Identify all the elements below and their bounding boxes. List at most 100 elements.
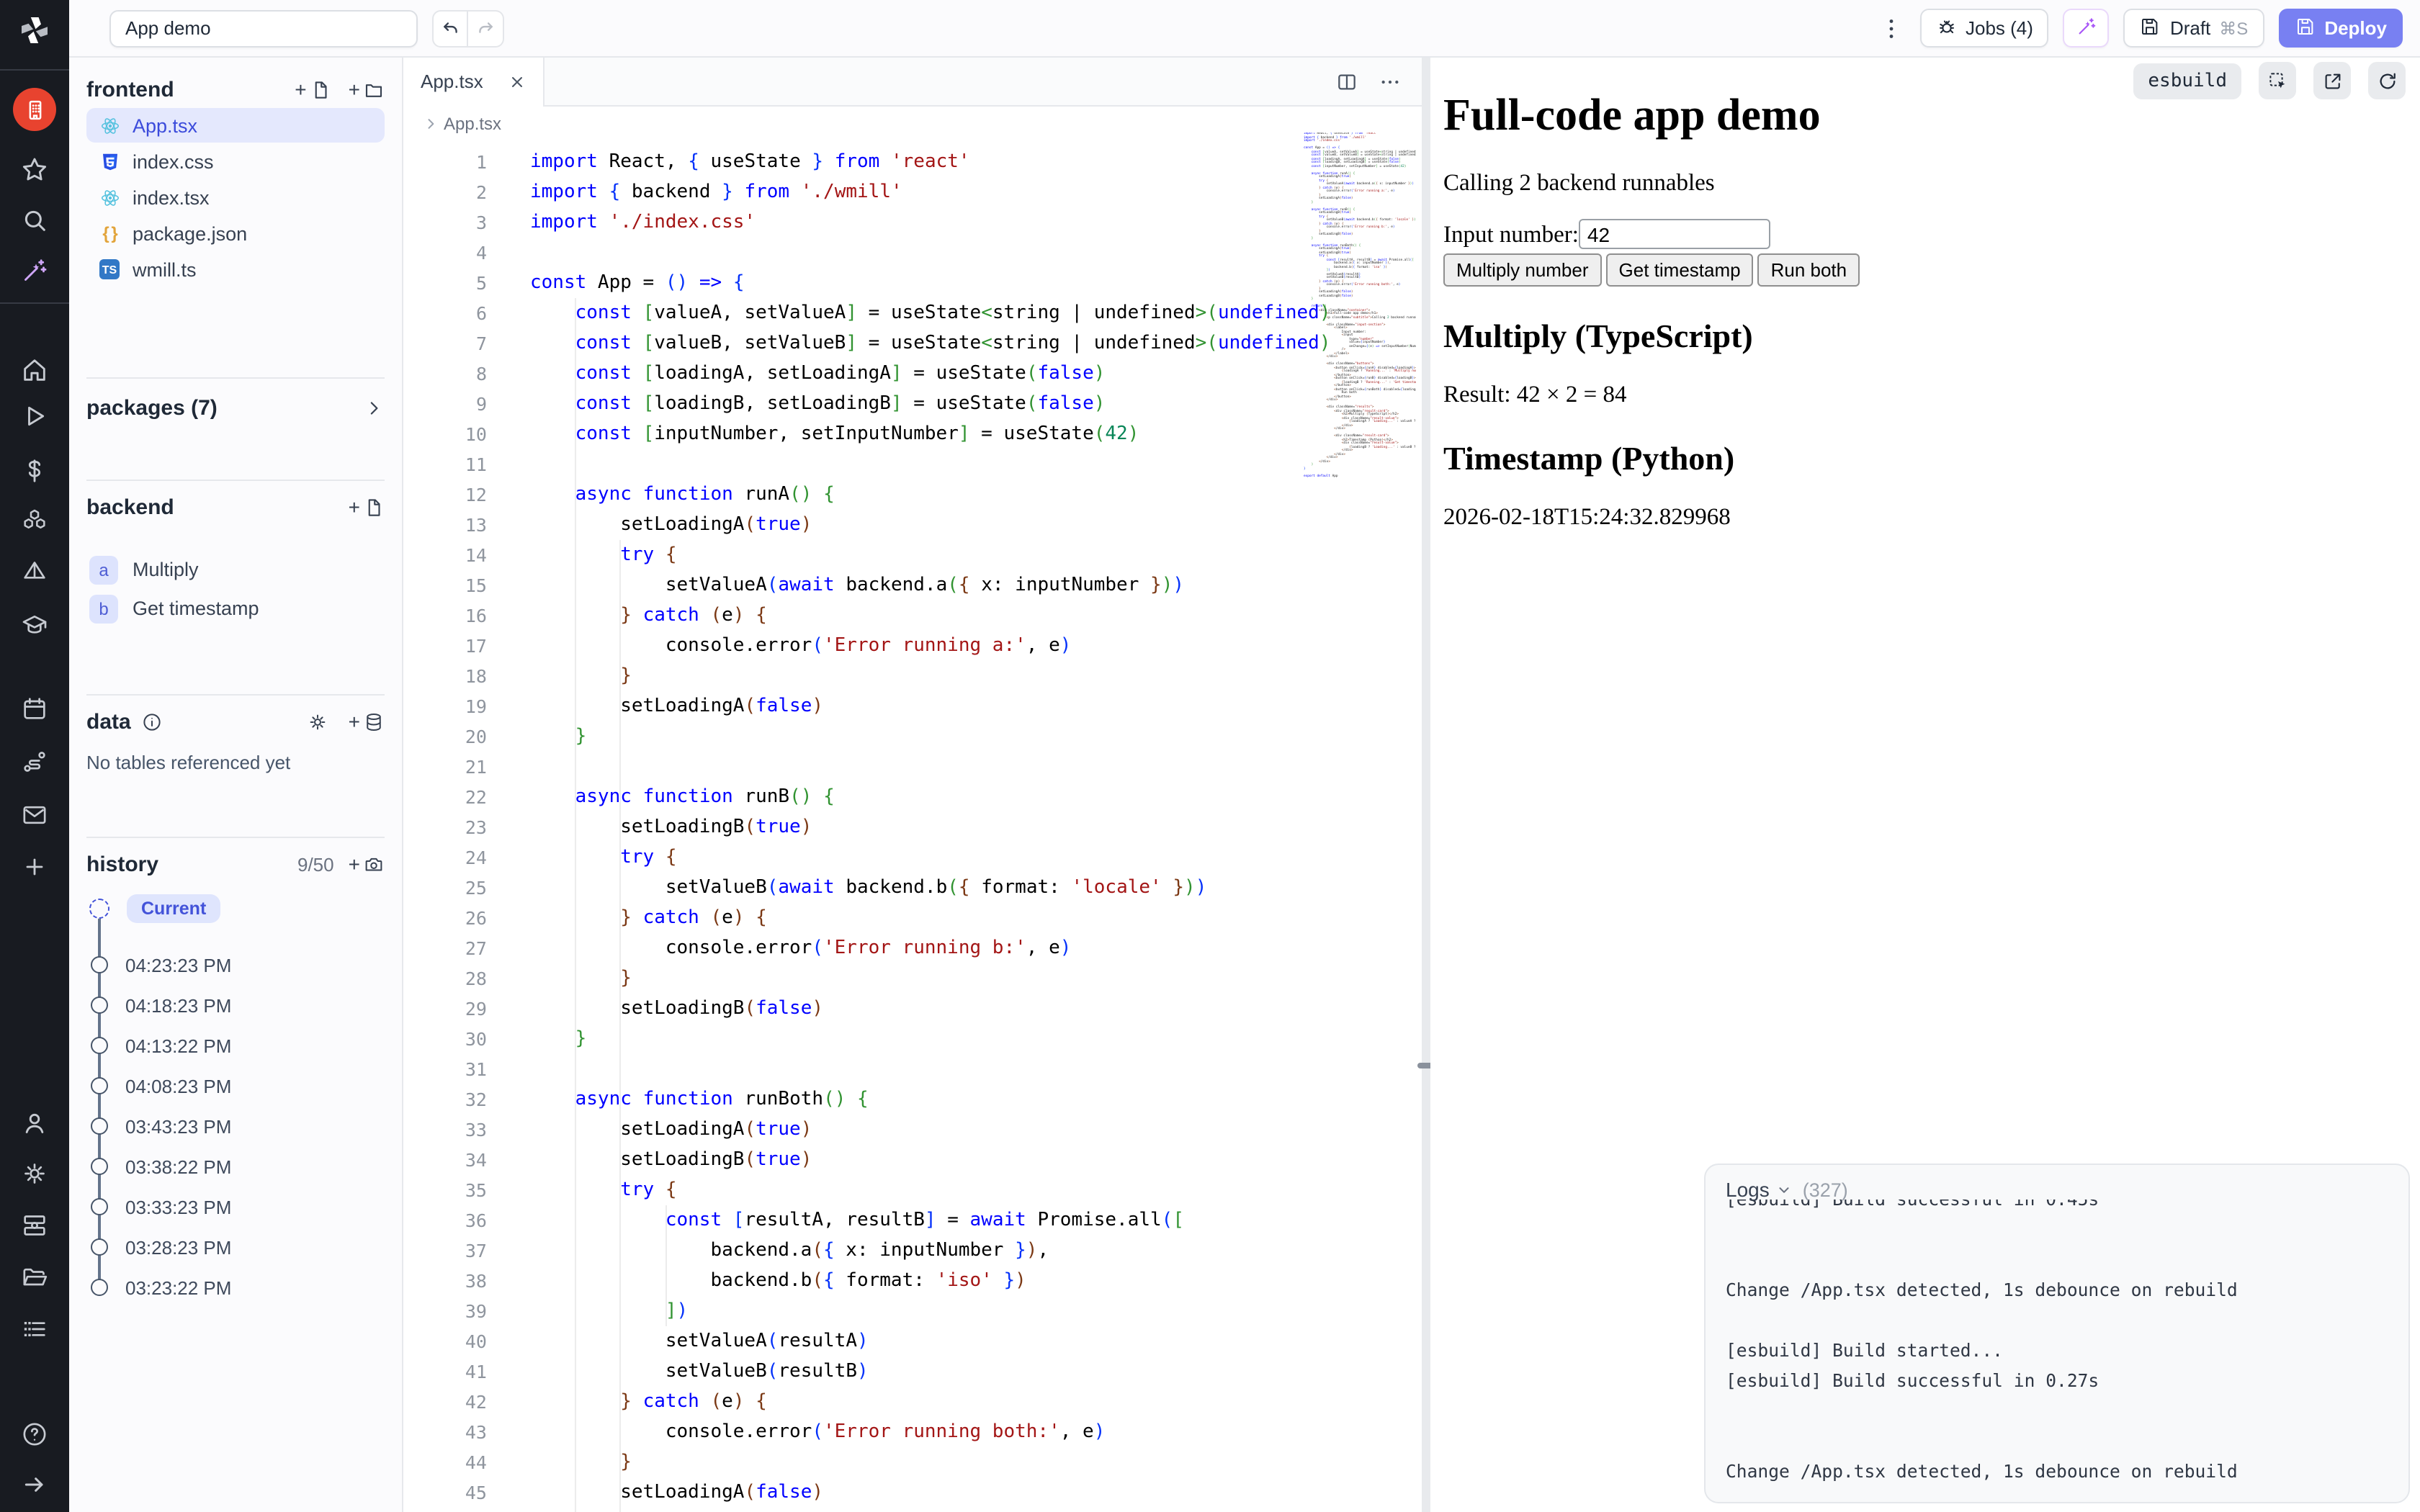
inspect-select-button[interactable] xyxy=(2259,62,2296,99)
rail-divider xyxy=(0,302,69,304)
history-timestamp: 04:23:23 PM xyxy=(125,954,231,976)
workers-icon[interactable] xyxy=(20,1211,49,1240)
minimap-content: import React, { useState } from 'react'i… xyxy=(1304,132,1416,478)
file-name: wmill.ts xyxy=(133,258,197,280)
undo-button[interactable] xyxy=(432,9,468,47)
input-number-field[interactable] xyxy=(1579,219,1770,249)
triggers-pyramid-icon[interactable] xyxy=(20,557,49,586)
data-empty-text: No tables referenced yet xyxy=(86,752,385,773)
ai-assistant-button[interactable] xyxy=(2063,9,2110,48)
history-point-icon xyxy=(91,1279,108,1296)
file-item-index.tsx[interactable]: index.tsx xyxy=(86,180,385,215)
current-version-pill[interactable]: Current xyxy=(127,894,220,923)
history-entry[interactable]: 04:18:23 PM xyxy=(89,985,385,1025)
home-icon[interactable] xyxy=(20,356,49,384)
input-number-label: Input number: xyxy=(1443,220,1579,248)
runnable-item-a[interactable]: aMultiply xyxy=(86,550,385,589)
file-item-App.tsx[interactable]: App.tsx xyxy=(86,108,385,143)
file-item-package.json[interactable]: { }package.json xyxy=(86,216,385,251)
split-editor-icon[interactable] xyxy=(1335,70,1358,93)
open-external-button[interactable] xyxy=(2313,62,2351,99)
mail-icon[interactable] xyxy=(20,801,49,829)
jobs-button[interactable]: Jobs (4) xyxy=(1919,9,2049,48)
history-entry[interactable]: 03:23:22 PM xyxy=(89,1267,385,1308)
history-entry[interactable]: 03:28:23 PM xyxy=(89,1227,385,1267)
history-entry[interactable]: 03:38:22 PM xyxy=(89,1146,385,1187)
redo-button[interactable] xyxy=(468,9,504,47)
file-item-wmill.ts[interactable]: TSwmill.ts xyxy=(86,252,385,287)
deploy-label: Deploy xyxy=(2324,17,2387,39)
history-entry[interactable]: 03:33:23 PM xyxy=(89,1187,385,1227)
preview-document: Full-code app demo Calling 2 backend run… xyxy=(1430,58,2420,531)
search-icon[interactable] xyxy=(20,206,49,235)
settings-gear-icon[interactable] xyxy=(20,1159,49,1188)
history-point-icon xyxy=(91,1117,108,1135)
collapse-arrow-icon[interactable] xyxy=(20,1470,49,1499)
panel-resize-divider[interactable] xyxy=(1422,58,1430,1512)
add-file-button[interactable]: + xyxy=(295,78,331,100)
packages-section-header[interactable]: packages (7) xyxy=(86,387,385,428)
runnable-badge: b xyxy=(89,594,118,623)
runnable-item-b[interactable]: bGet timestamp xyxy=(86,589,385,628)
app-name-input[interactable] xyxy=(109,9,418,47)
more-options-kebab-icon[interactable] xyxy=(1876,9,1905,47)
add-table-button[interactable]: + xyxy=(349,711,385,732)
indent-guide xyxy=(575,298,576,1512)
preview-button-multiply-number[interactable]: Multiply number xyxy=(1443,253,1602,287)
refresh-button[interactable] xyxy=(2368,62,2406,99)
breadcrumb[interactable]: App.tsx xyxy=(403,107,1422,141)
schedules-calendar-icon[interactable] xyxy=(20,694,49,723)
chevron-right-icon[interactable] xyxy=(363,397,385,418)
history-timeline: Current 04:23:23 PM 04:18:23 PM04:13:22 P… xyxy=(86,893,385,1308)
logs-count: (327) xyxy=(1803,1179,1848,1200)
snapshot-button[interactable]: + xyxy=(349,853,385,875)
variables-dollar-icon[interactable] xyxy=(20,456,49,485)
history-current-row[interactable]: Current xyxy=(89,893,385,924)
add-runnable-button[interactable]: + xyxy=(349,496,385,518)
draft-button[interactable]: Draft ⌘S xyxy=(2124,9,2264,48)
user-icon[interactable] xyxy=(20,1109,49,1138)
folders-icon[interactable] xyxy=(20,1263,49,1292)
rail-divider xyxy=(0,69,69,71)
help-icon[interactable] xyxy=(20,1420,49,1449)
history-entry[interactable]: 04:23:23 PM xyxy=(89,945,385,985)
editor-minimap[interactable]: import React, { useState } from 'react'i… xyxy=(1304,132,1416,507)
info-icon[interactable] xyxy=(141,711,163,732)
audit-list-icon[interactable] xyxy=(20,1315,49,1344)
history-point-icon xyxy=(91,1077,108,1094)
logs-body[interactable]: [esbuild] Build successful in 0.45s Chan… xyxy=(1726,1200,2400,1496)
indent-guide xyxy=(666,1205,667,1326)
editor-tab-bar: App.tsx xyxy=(403,58,1422,107)
learn-graduation-cap-icon[interactable] xyxy=(20,611,49,639)
editor-more-icon[interactable] xyxy=(1379,70,1402,93)
data-settings-gear-icon[interactable] xyxy=(307,711,328,732)
logs-header: Logs (327) xyxy=(1706,1165,2408,1201)
runs-play-icon[interactable] xyxy=(20,402,49,431)
tab-app-tsx[interactable]: App.tsx xyxy=(403,57,545,106)
preview-button-get-timestamp[interactable]: Get timestamp xyxy=(1606,253,1754,287)
current-app-icon[interactable] xyxy=(13,88,56,131)
logs-toggle[interactable]: Logs xyxy=(1726,1178,1793,1201)
add-folder-button[interactable]: + xyxy=(349,78,385,100)
close-tab-icon[interactable] xyxy=(509,73,526,90)
backend-section-header: backend + xyxy=(86,490,385,524)
file-item-index.css[interactable]: index.css xyxy=(86,144,385,179)
code-editor[interactable]: 1import React, { useState } from 'react'… xyxy=(403,141,1422,1512)
windmill-logo-icon[interactable] xyxy=(17,13,52,48)
history-entry[interactable]: 04:08:23 PM xyxy=(89,1066,385,1106)
history-entry[interactable]: 03:43:23 PM xyxy=(89,1106,385,1146)
ai-wand-icon[interactable] xyxy=(20,256,49,285)
resources-cubes-icon[interactable] xyxy=(20,507,49,536)
draft-shortcut: ⌘S xyxy=(2219,18,2248,38)
runtime-badge[interactable]: esbuild xyxy=(2133,63,2241,99)
preview-button-row: Multiply numberGet timestampRun both xyxy=(1443,253,2408,287)
add-plus-icon[interactable] xyxy=(20,852,49,881)
deploy-button[interactable]: Deploy xyxy=(2278,9,2403,48)
favorites-star-icon[interactable] xyxy=(20,156,49,184)
preview-button-run-both[interactable]: Run both xyxy=(1758,253,1860,287)
flows-route-icon[interactable] xyxy=(20,747,49,776)
history-entry[interactable]: 04:13:22 PM xyxy=(89,1025,385,1066)
tab-bar-actions xyxy=(1335,70,1422,93)
data-section: data + No tables referenced yet xyxy=(86,694,385,773)
magic-wand-icon xyxy=(2076,15,2097,41)
